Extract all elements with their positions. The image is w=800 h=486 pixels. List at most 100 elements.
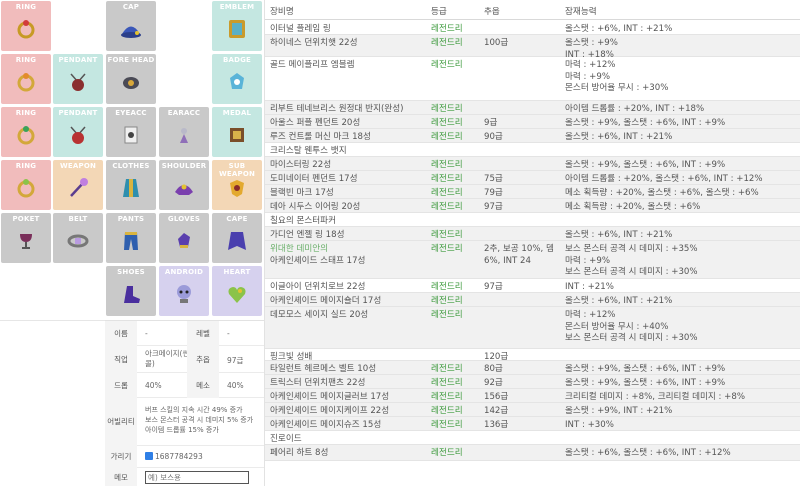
item-force: 142급 bbox=[484, 406, 509, 416]
item-grade: 레전드리 bbox=[431, 310, 463, 320]
item-potential: 올스탯 : +6%, INT : +21% bbox=[565, 230, 673, 240]
drop-value: 40% bbox=[145, 381, 162, 390]
slot-emblem[interactable]: EMBLEM bbox=[212, 1, 262, 51]
item-force: 97급 bbox=[484, 202, 503, 212]
table-header: 장비명 등급 추옵 잠재능력 bbox=[265, 0, 800, 20]
slot-ring-2[interactable]: RING bbox=[1, 54, 51, 104]
slot-heart[interactable]: HEART bbox=[212, 266, 262, 316]
slot-label: ANDROID bbox=[164, 268, 204, 276]
item-potential: 크리티컬 데미지 : +8%, 크리티컬 데미지 : +8% bbox=[565, 392, 746, 402]
table-row: 핑크빛 성배 120급 bbox=[265, 349, 800, 362]
belt-icon bbox=[67, 234, 89, 248]
meso-label: 메소 bbox=[187, 373, 219, 398]
slot-ring-3[interactable]: RING bbox=[1, 107, 51, 157]
item-grade: 레전드리 bbox=[431, 118, 463, 128]
table-row: 크리스탈 웬투스 뱃지 bbox=[265, 143, 800, 157]
table-row: 진로이드 bbox=[265, 431, 800, 445]
item-grade: 레전드리 bbox=[431, 420, 463, 430]
table-row: 이글아이 던위치로브 22성 레전드리 97급 INT : +21% bbox=[265, 279, 800, 293]
item-force: 9급 bbox=[484, 118, 498, 128]
slot-label: EARACC bbox=[167, 109, 201, 117]
slot-badge[interactable]: BADGE bbox=[212, 54, 262, 104]
slot-weapon[interactable]: WEAPON bbox=[53, 160, 103, 210]
table-row: 칠요의 몬스터파커 bbox=[265, 213, 800, 227]
item-grade: 레전드리 bbox=[431, 188, 463, 198]
item-force: 2추, 보공 10%, 뎀 6%, INT 24 bbox=[484, 244, 554, 266]
slot-label: EMBLEM bbox=[219, 3, 255, 11]
item-force: 100급 bbox=[484, 38, 509, 48]
slot-pocket[interactable]: POKET bbox=[1, 213, 51, 263]
item-potential: 마력 : +12% 마력 : +9% 몬스터 방어율 무시 : +30% bbox=[565, 60, 669, 93]
slot-earacc[interactable]: EARACC bbox=[159, 107, 209, 157]
force-label: 추옵 bbox=[187, 346, 219, 373]
slot-belt[interactable]: BELT bbox=[53, 213, 103, 263]
level-label: 레벨 bbox=[187, 321, 219, 346]
android-icon bbox=[177, 285, 191, 303]
item-grade: 레전드리 bbox=[431, 38, 463, 48]
slot-label: PENDANT bbox=[58, 56, 98, 64]
shield-icon bbox=[230, 180, 244, 197]
slot-android[interactable]: ANDROID bbox=[159, 266, 209, 316]
slot-pendant-1[interactable]: PENDANT bbox=[53, 54, 103, 104]
emblem-icon bbox=[229, 20, 245, 38]
slot-pants[interactable]: PANTS bbox=[106, 213, 156, 263]
glove-icon bbox=[178, 233, 190, 248]
table-row: 트릭스터 던위치팬츠 22성 레전드리 92급 올스탯 : +9%, 올스탯 : +6… bbox=[265, 375, 800, 389]
slot-clothes[interactable]: CLOTHES bbox=[106, 160, 156, 210]
table-row: 아케인셰이드 메이지숄더 17성 레전드리 올스탯 : +6%, INT : +21… bbox=[265, 293, 800, 307]
item-name-prefix: 위대한 데미안의 bbox=[270, 244, 329, 254]
header-potential: 잠재능력 bbox=[565, 7, 597, 17]
item-potential: 올스탯 : +6%, INT : +21% bbox=[565, 296, 673, 306]
item-potential: 메소 획득량 : +20%, 올스탯 : +6%, 올스탯 : +6% bbox=[565, 188, 759, 198]
slot-label: WEAPON bbox=[59, 162, 97, 170]
ability-value: 버프 스킬의 지속 시간 49% 증가 보스 몬스터 공격 시 데미지 5% 증… bbox=[145, 406, 254, 434]
hide-checkbox[interactable] bbox=[145, 452, 153, 460]
slot-forehead[interactable]: FORE HEAD bbox=[106, 54, 156, 104]
slot-eyeacc[interactable]: EYEACC bbox=[106, 107, 156, 157]
item-grade: 레전드리 bbox=[431, 406, 463, 416]
slot-cap[interactable]: CAP bbox=[106, 1, 156, 51]
force-value: 97급 bbox=[227, 356, 244, 365]
slot-label: FORE HEAD bbox=[107, 56, 155, 64]
slot-label: SHOES bbox=[117, 268, 145, 276]
drop-label: 드롭 bbox=[105, 373, 137, 398]
forehead-icon bbox=[123, 77, 139, 89]
slot-shoulder[interactable]: SHOULDER bbox=[159, 160, 209, 210]
item-grade: 레전드리 bbox=[431, 364, 463, 374]
slot-gloves[interactable]: GLOVES bbox=[159, 213, 209, 263]
item-force: 75급 bbox=[484, 174, 503, 184]
slot-cape[interactable]: CAPE bbox=[212, 213, 262, 263]
item-name: 블랙빈 마크 17성 bbox=[270, 188, 334, 198]
memo-input[interactable] bbox=[145, 471, 249, 484]
item-name: 이글아이 던위치로브 22성 bbox=[270, 282, 366, 292]
slot-ring-4[interactable]: RING bbox=[1, 160, 51, 210]
slot-medal[interactable]: MEDAL bbox=[212, 107, 262, 157]
slot-shoes[interactable]: SHOES bbox=[106, 266, 156, 316]
slot-pendant-2[interactable]: PENDANT bbox=[53, 107, 103, 157]
item-force: 136급 bbox=[484, 420, 509, 430]
equipment-table: 장비명 등급 추옵 잠재능력 이터널 플레임 링 레전드리 올스탯 : +6%, I… bbox=[264, 0, 800, 486]
slot-ring-1[interactable]: RING bbox=[1, 1, 51, 51]
name-label: 이름 bbox=[105, 321, 137, 346]
name-value: - bbox=[145, 329, 148, 338]
earring-icon bbox=[180, 128, 188, 143]
item-potential: INT : +30% bbox=[565, 420, 614, 430]
ring-icon bbox=[17, 20, 35, 39]
job-label: 직업 bbox=[105, 346, 137, 373]
item-name: 데아 시두스 이어링 20성 bbox=[270, 202, 361, 212]
header-force: 추옵 bbox=[484, 7, 500, 17]
table-row: 아울스 퍼플 펜던트 20성 레전드리 9급 올스탯 : +9%, 올스탯 : +6%… bbox=[265, 115, 800, 129]
job-value: 아크메이지(썬, 콜) bbox=[145, 349, 192, 368]
blank-panel bbox=[0, 320, 105, 486]
slot-label: RING bbox=[15, 162, 37, 170]
item-name: 도미네이터 펜던트 17성 bbox=[270, 174, 358, 184]
slot-subweapon[interactable]: SUB WEAPON bbox=[212, 160, 262, 210]
slot-label: CLOTHES bbox=[112, 162, 150, 170]
slot-label: GLOVES bbox=[167, 215, 201, 223]
hat-icon bbox=[121, 26, 141, 38]
medal-icon bbox=[230, 128, 244, 142]
item-grade: 레전드리 bbox=[431, 282, 463, 292]
item-name: 리부트 테네브리스 원정대 반지(완성) bbox=[270, 104, 404, 114]
item-grade: 레전드리 bbox=[431, 132, 463, 142]
shoulder-icon bbox=[175, 184, 193, 195]
